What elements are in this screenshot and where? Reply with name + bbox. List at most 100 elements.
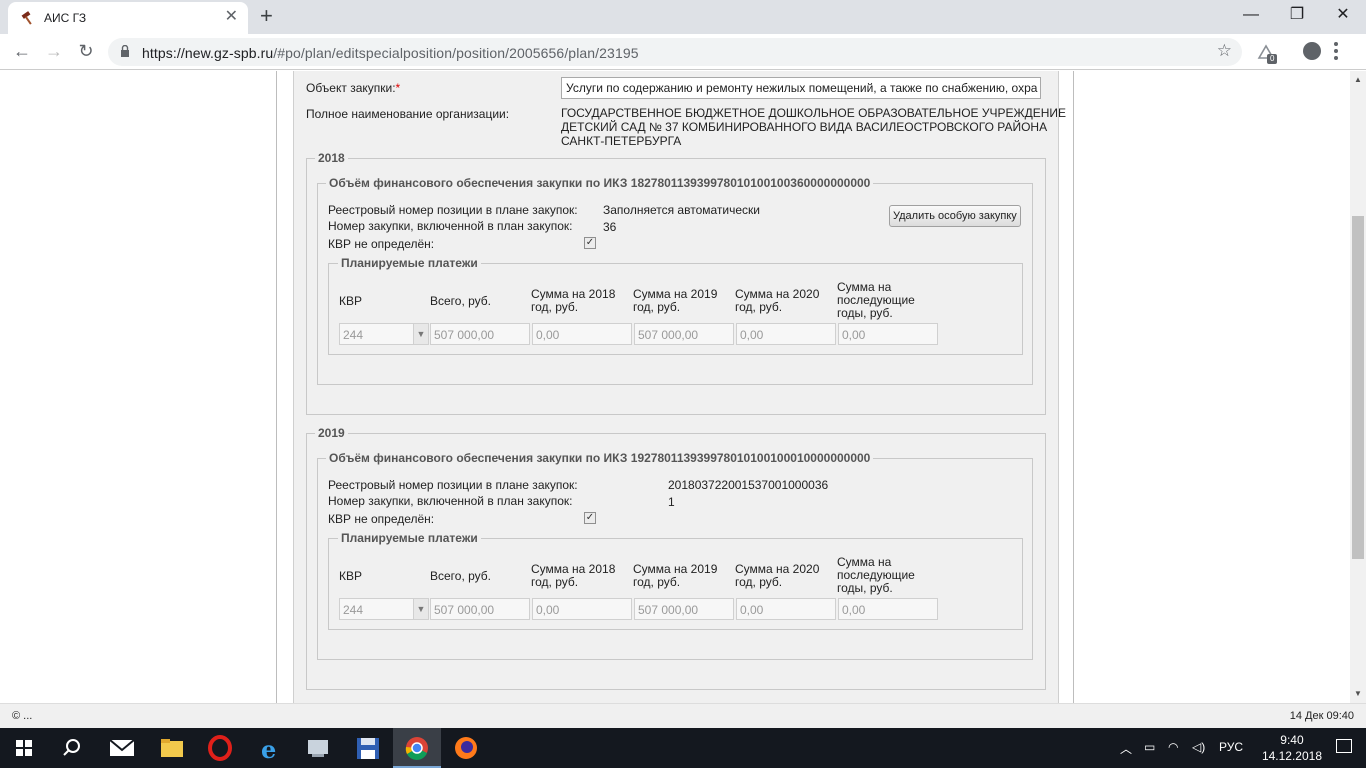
chevron-down-icon: ▼ bbox=[413, 599, 428, 619]
extension-badge: 0 bbox=[1267, 54, 1278, 64]
save-disk-icon[interactable] bbox=[344, 728, 392, 768]
browser-tab-strip: АИС ГЗ ✕ + — ❐ ✕ bbox=[0, 0, 1366, 34]
form-panel: Объект закупки:* Услуги по содержанию и … bbox=[293, 71, 1066, 703]
lock-icon bbox=[121, 45, 129, 57]
header-later: Сумма на последующие годы, руб. bbox=[837, 555, 915, 595]
kvr-undefined-checkbox[interactable]: ✓ bbox=[584, 512, 596, 524]
restore-icon[interactable]: ❐ bbox=[1274, 4, 1320, 28]
windows-start-icon[interactable] bbox=[0, 728, 48, 768]
sum-2018-input[interactable]: 0,00 bbox=[532, 323, 632, 345]
gavel-icon bbox=[21, 11, 32, 25]
notifications-icon[interactable] bbox=[1336, 739, 1352, 753]
menu-dots-icon[interactable] bbox=[1334, 42, 1338, 60]
financing-2019-legend: Объём финансового обеспечения закупки по… bbox=[326, 451, 874, 465]
total-input[interactable]: 507 000,00 bbox=[430, 323, 530, 345]
tab-title: АИС ГЗ bbox=[44, 11, 87, 25]
firefox-icon[interactable] bbox=[442, 728, 490, 768]
clock-time: 9:40 bbox=[1280, 733, 1304, 747]
wifi-icon[interactable]: ◠ bbox=[1168, 740, 1178, 754]
delete-special-purchase-button[interactable]: Удалить особую закупку bbox=[889, 205, 1021, 227]
search-icon[interactable] bbox=[48, 728, 96, 768]
minimize-icon[interactable]: — bbox=[1228, 4, 1274, 28]
payments-2019-legend: Планируемые платежи bbox=[338, 531, 481, 545]
profile-avatar-icon[interactable] bbox=[1303, 42, 1321, 60]
status-bar: © ... 14 Дек 09:40 bbox=[0, 703, 1366, 728]
year-2018-fieldset: 2018 Объём финансового обеспечения закуп… bbox=[306, 151, 1046, 415]
browser-toolbar: ← → ↻ https://new.gz-spb.ru/#po/plan/edi… bbox=[0, 34, 1366, 70]
sum-2018-input[interactable]: 0,00 bbox=[532, 598, 632, 620]
payments-2018-legend: Планируемые платежи bbox=[338, 256, 481, 270]
year-2019-legend: 2019 bbox=[315, 426, 348, 440]
scroll-up-icon[interactable]: ▲ bbox=[1354, 75, 1362, 84]
scroll-down-icon[interactable]: ▼ bbox=[1354, 689, 1362, 698]
header-2019: Сумма на 2019 год, руб. bbox=[633, 562, 718, 589]
bookmark-star-icon[interactable]: ☆ bbox=[1217, 41, 1232, 61]
payments-2019-fieldset: Планируемые платежи КВР Всего, руб. Сумм… bbox=[328, 531, 1023, 630]
registry-value: 201803722001537001000036 bbox=[668, 478, 829, 492]
financing-2018-fieldset: Объём финансового обеспечения закупки по… bbox=[317, 176, 1033, 385]
financing-2018-legend: Объём финансового обеспечения закупки по… bbox=[326, 176, 874, 190]
purchase-number-label: Номер закупки, включенной в план закупок… bbox=[328, 219, 573, 233]
header-2018: Сумма на 2018 год, руб. bbox=[531, 562, 616, 589]
mail-icon[interactable] bbox=[98, 728, 146, 768]
forward-arrow-icon[interactable]: → bbox=[42, 40, 66, 64]
purchase-number-label: Номер закупки, включенной в план закупок… bbox=[328, 494, 573, 508]
battery-icon[interactable]: ▭ bbox=[1144, 740, 1155, 754]
year-2019-fieldset: 2019 Объём финансового обеспечения закуп… bbox=[306, 426, 1046, 690]
file-explorer-icon[interactable] bbox=[148, 728, 196, 768]
reload-icon[interactable]: ↻ bbox=[74, 40, 98, 64]
scroll-thumb[interactable] bbox=[1352, 216, 1364, 559]
page-scrollbar[interactable]: ▲ ▼ bbox=[1350, 71, 1366, 703]
network-app-icon[interactable] bbox=[294, 728, 342, 768]
kvr-undefined-checkbox[interactable]: ✓ bbox=[584, 237, 596, 249]
opera-icon[interactable] bbox=[196, 728, 244, 768]
kvr-undefined-label: КВР не определён: bbox=[328, 512, 435, 526]
header-kvr: КВР bbox=[339, 569, 362, 583]
window-close-icon[interactable]: ✕ bbox=[1320, 4, 1366, 28]
kvr-select[interactable]: 244 ▼ bbox=[339, 323, 429, 345]
tray-chevron-up-icon[interactable]: ︿ bbox=[1120, 740, 1132, 757]
clock-date: 14.12.2018 bbox=[1261, 749, 1322, 763]
sum-later-input[interactable]: 0,00 bbox=[838, 598, 938, 620]
status-copyright: © ... bbox=[12, 710, 33, 722]
header-2020: Сумма на 2020 год, руб. bbox=[735, 562, 820, 589]
payments-2018-fieldset: Планируемые платежи КВР Всего, руб. Сумм… bbox=[328, 256, 1023, 355]
financing-2019-fieldset: Объём финансового обеспечения закупки по… bbox=[317, 451, 1033, 660]
sum-2019-input[interactable]: 507 000,00 bbox=[634, 323, 734, 345]
kvr-undefined-label: КВР не определён: bbox=[328, 237, 435, 251]
header-2020: Сумма на 2020 год, руб. bbox=[735, 287, 820, 314]
required-mark: * bbox=[395, 81, 401, 95]
windows-taskbar: e ︿ ▭ ◠ ◁) РУС 9:40 14.12.2018 bbox=[0, 728, 1366, 768]
tab-close-icon[interactable]: ✕ bbox=[225, 9, 238, 25]
org-name-label: Полное наименование организации: bbox=[306, 107, 510, 121]
total-input[interactable]: 507 000,00 bbox=[430, 598, 530, 620]
org-name-line3: САНКТ-ПЕТЕРБУРГА bbox=[561, 134, 682, 148]
browser-tab[interactable]: АИС ГЗ ✕ bbox=[8, 2, 248, 34]
status-datetime: 14 Дек 09:40 bbox=[1289, 710, 1354, 722]
back-arrow-icon[interactable]: ← bbox=[10, 40, 34, 64]
sum-2020-input[interactable]: 0,00 bbox=[736, 598, 836, 620]
sum-2020-input[interactable]: 0,00 bbox=[736, 323, 836, 345]
svg-text:e: e bbox=[261, 735, 276, 764]
kvr-select[interactable]: 244 ▼ bbox=[339, 598, 429, 620]
chrome-icon[interactable] bbox=[393, 728, 441, 768]
purchase-number-value: 36 bbox=[603, 220, 617, 234]
new-tab-button[interactable]: + bbox=[260, 4, 273, 28]
url-text: https://new.gz-spb.ru/#po/plan/editspeci… bbox=[142, 45, 639, 61]
registry-label: Реестровый номер позиции в плане закупок… bbox=[328, 203, 578, 217]
page-viewport: Объект закупки:* Услуги по содержанию и … bbox=[0, 71, 1350, 703]
registry-label: Реестровый номер позиции в плане закупок… bbox=[328, 478, 578, 492]
object-input[interactable]: Услуги по содержанию и ремонту нежилых п… bbox=[561, 77, 1041, 99]
org-name-line2: ДЕТСКИЙ САД № 37 КОМБИНИРОВАННОГО ВИДА В… bbox=[561, 120, 1048, 134]
url-host: https://new.gz-spb.ru bbox=[142, 45, 274, 61]
sum-2019-input[interactable]: 507 000,00 bbox=[634, 598, 734, 620]
header-later: Сумма на последующие годы, руб. bbox=[837, 280, 915, 320]
volume-icon[interactable]: ◁) bbox=[1192, 740, 1205, 754]
address-bar[interactable]: https://new.gz-spb.ru/#po/plan/editspeci… bbox=[108, 38, 1242, 66]
org-name-line1: ГОСУДАРСТВЕННОЕ БЮДЖЕТНОЕ ДОШКОЛЬНОЕ ОБР… bbox=[561, 106, 1067, 120]
taskbar-clock[interactable]: 9:40 14.12.2018 bbox=[1262, 732, 1322, 764]
sum-later-input[interactable]: 0,00 bbox=[838, 323, 938, 345]
purchase-number-value: 1 bbox=[668, 495, 675, 509]
internet-explorer-icon[interactable]: e bbox=[246, 728, 294, 768]
language-indicator[interactable]: РУС bbox=[1219, 740, 1243, 754]
